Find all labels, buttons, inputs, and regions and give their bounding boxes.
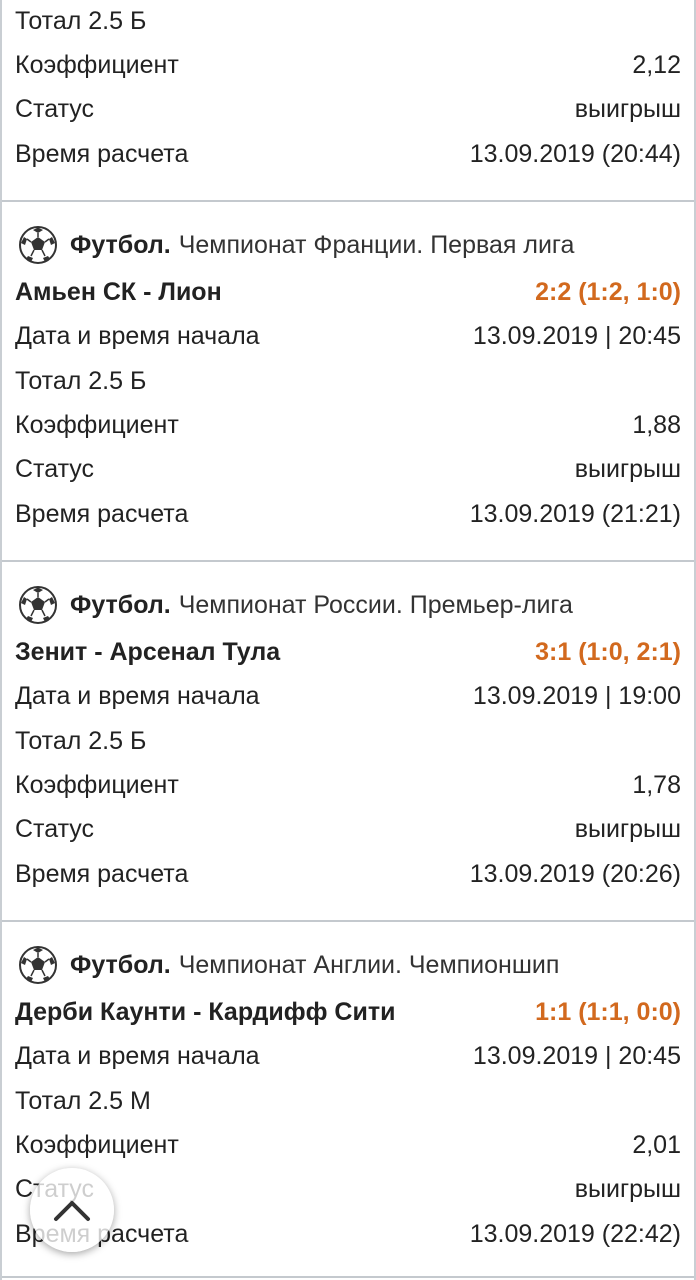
bet-history-list: Тотал 2.5 Б Коэффициент 2,12 Статус выиг… — [0, 0, 696, 1280]
start-time-value: 13.09.2019 | 19:00 — [472, 682, 681, 710]
bet-type-row: Тотал 2.5 Б — [15, 1, 681, 41]
match-row: Амьен СК - Лион 2:2 (1:2, 1:0) — [15, 272, 681, 312]
bet-type-row: Тотал 2.5 Б — [15, 721, 681, 761]
coefficient-value: 1,78 — [632, 771, 681, 799]
calc-time-row: Время расчета 13.09.2019 (21:21) — [15, 494, 681, 534]
bet-type-label: Тотал 2.5 М — [15, 1087, 151, 1115]
calc-time-value: 13.09.2019 (20:26) — [469, 860, 681, 888]
status-value: выигрыш — [574, 815, 681, 843]
coefficient-label: Коэффициент — [15, 771, 179, 799]
status-row: Статус выигрыш — [15, 1169, 681, 1209]
status-row: Статус выигрыш — [15, 809, 681, 849]
bet-header: Футбол. Чемпионат России. Премьер-лига — [18, 583, 681, 627]
coefficient-value: 1,88 — [632, 411, 681, 439]
scroll-to-top-button[interactable] — [30, 1168, 114, 1252]
bet-type-label: Тотал 2.5 Б — [15, 727, 147, 755]
status-row: Статус выигрыш — [15, 89, 681, 129]
card-divider — [2, 920, 694, 922]
match-row: Дерби Каунти - Кардифф Сити 1:1 (1:1, 0:… — [15, 992, 681, 1032]
start-time-value: 13.09.2019 | 20:45 — [472, 322, 681, 350]
coefficient-row: Коэффициент 2,01 — [15, 1125, 681, 1165]
match-name: Дерби Каунти - Кардифф Сити — [15, 997, 396, 1026]
chevron-up-icon — [54, 1201, 90, 1221]
bet-type-label: Тотал 2.5 Б — [15, 367, 147, 395]
soccer-ball-icon — [19, 946, 57, 984]
status-label: Статус — [15, 815, 95, 843]
calc-time-value: 13.09.2019 (20:44) — [469, 140, 681, 168]
bet-type-row: Тотал 2.5 М — [15, 1081, 681, 1121]
start-time-row: Дата и время начала 13.09.2019 | 19:00 — [15, 676, 681, 716]
bet-type-label: Тотал 2.5 Б — [15, 7, 147, 35]
status-value: выигрыш — [574, 1175, 681, 1203]
calc-time-label: Время расчета — [15, 860, 189, 888]
start-time-row: Дата и время начала 13.09.2019 | 20:45 — [15, 1036, 681, 1076]
soccer-ball-icon — [19, 586, 57, 624]
coefficient-value: 2,01 — [632, 1131, 681, 1159]
coefficient-label: Коэффициент — [15, 1131, 179, 1159]
league-name: Чемпионат Англии. Чемпионшип — [178, 950, 560, 979]
calc-time-value: 13.09.2019 (22:42) — [469, 1220, 681, 1248]
start-time-label: Дата и время начала — [15, 682, 260, 710]
sport-name: Футбол. — [70, 590, 171, 619]
match-score: 2:2 (1:2, 1:0) — [535, 277, 681, 306]
soccer-ball-icon — [19, 226, 57, 264]
calc-time-row: Время расчета 13.09.2019 (20:26) — [15, 854, 681, 894]
sport-name: Футбол. — [70, 230, 171, 259]
status-value: выигрыш — [574, 95, 681, 123]
card-divider — [2, 1276, 694, 1278]
bet-header: Футбол. Чемпионат Англии. Чемпионшип — [18, 943, 681, 987]
match-score: 3:1 (1:0, 2:1) — [535, 637, 681, 666]
start-time-value: 13.09.2019 | 20:45 — [472, 1042, 681, 1070]
start-time-row: Дата и время начала 13.09.2019 | 20:45 — [15, 316, 681, 356]
coefficient-row: Коэффициент 1,78 — [15, 765, 681, 805]
card-divider — [2, 200, 694, 202]
bet-type-row: Тотал 2.5 Б — [15, 361, 681, 401]
match-score: 1:1 (1:1, 0:0) — [535, 997, 681, 1026]
status-label: Статус — [15, 455, 95, 483]
status-row: Статус выигрыш — [15, 449, 681, 489]
start-time-label: Дата и время начала — [15, 322, 260, 350]
coefficient-row: Коэффициент 2,12 — [15, 45, 681, 85]
league-name: Чемпионат Франции. Первая лига — [178, 230, 575, 259]
coefficient-row: Коэффициент 1,88 — [15, 405, 681, 445]
calc-time-row: Время расчета 13.09.2019 (22:42) — [15, 1214, 681, 1254]
status-label: Статус — [15, 95, 95, 123]
league-name: Чемпионат России. Премьер-лига — [178, 590, 573, 619]
calc-time-label: Время расчета — [15, 140, 189, 168]
calc-time-label: Время расчета — [15, 500, 189, 528]
calc-time-row: Время расчета 13.09.2019 (20:44) — [15, 134, 681, 174]
coefficient-label: Коэффициент — [15, 411, 179, 439]
calc-time-value: 13.09.2019 (21:21) — [469, 500, 681, 528]
match-name: Зенит - Арсенал Тула — [15, 637, 281, 666]
match-row: Зенит - Арсенал Тула 3:1 (1:0, 2:1) — [15, 632, 681, 672]
start-time-label: Дата и время начала — [15, 1042, 260, 1070]
coefficient-label: Коэффициент — [15, 51, 179, 79]
status-value: выигрыш — [574, 455, 681, 483]
coefficient-value: 2,12 — [632, 51, 681, 79]
match-name: Амьен СК - Лион — [15, 277, 222, 306]
card-divider — [2, 560, 694, 562]
sport-name: Футбол. — [70, 950, 171, 979]
bet-header: Футбол. Чемпионат Франции. Первая лига — [18, 223, 681, 267]
